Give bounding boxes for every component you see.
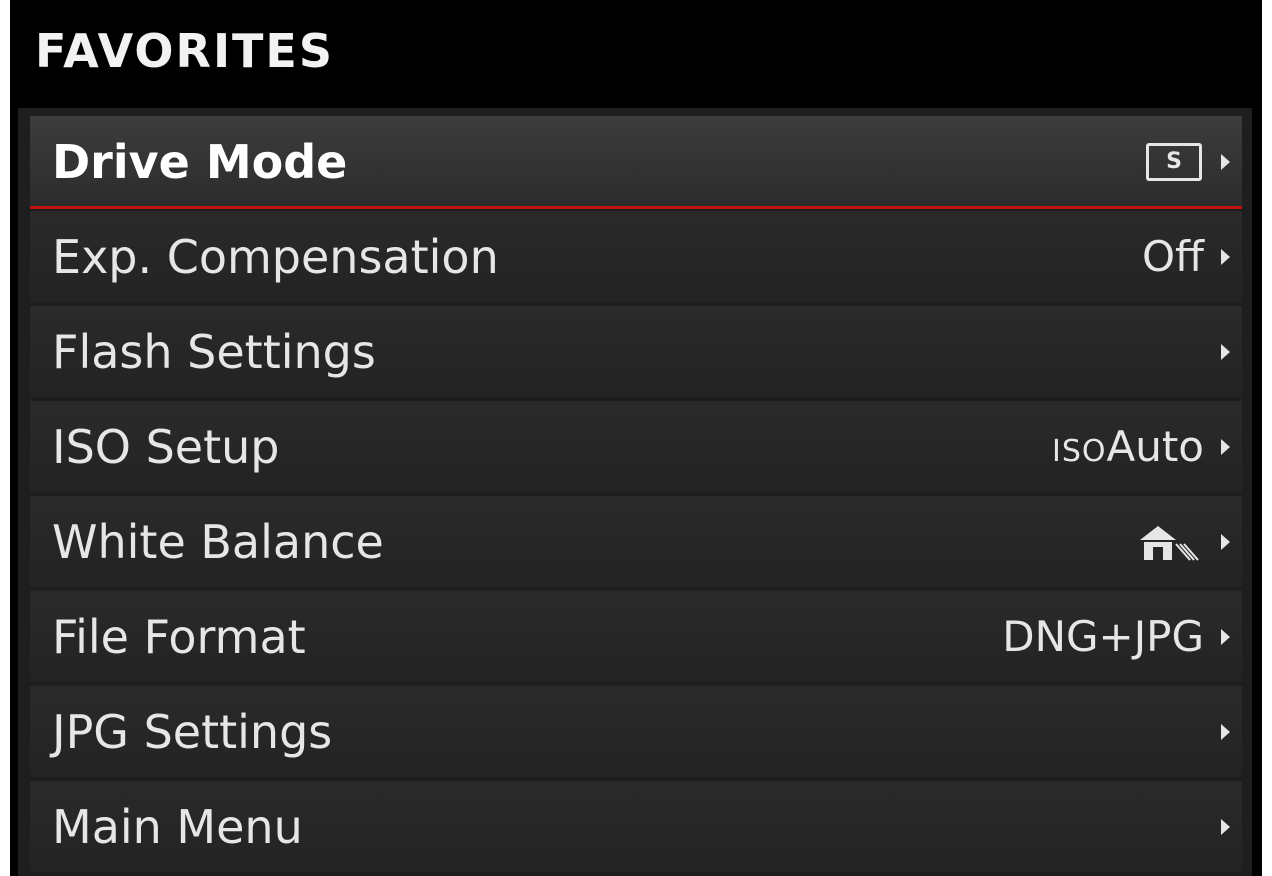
menu-item-value: ISOAuto (1051, 425, 1204, 469)
iso-prefix: ISO (1051, 433, 1107, 469)
menu-item-jpg-settings[interactable]: JPG Settings (30, 686, 1242, 777)
single-shot-icon-letter: S (1166, 149, 1182, 174)
menu-item-iso-setup[interactable]: ISO Setup ISOAuto (30, 401, 1242, 492)
chevron-right-icon (1221, 438, 1230, 455)
menu-item-white-balance[interactable]: White Balance (30, 496, 1242, 587)
menu-item-flash-settings[interactable]: Flash Settings (30, 306, 1242, 397)
menu-item-value: DNG+JPG (1002, 611, 1204, 661)
menu-item-label: Main Menu (52, 799, 303, 854)
menu-title: FAVORITES (35, 24, 334, 78)
menu-item-file-format[interactable]: File Format DNG+JPG (30, 591, 1242, 682)
menu-list: Drive Mode S Exp. Compensation Off Flash… (18, 108, 1252, 876)
chevron-right-icon (1221, 343, 1230, 360)
camera-menu-screen: FAVORITES Drive Mode S Exp. Compensation… (10, 0, 1262, 876)
chevron-right-icon (1221, 723, 1230, 740)
chevron-right-icon (1221, 248, 1230, 265)
menu-item-main-menu[interactable]: Main Menu (30, 781, 1242, 872)
menu-item-label: Exp. Compensation (52, 229, 499, 284)
chevron-right-icon (1221, 818, 1230, 835)
menu-item-label: White Balance (52, 514, 384, 569)
chevron-right-icon (1221, 533, 1230, 550)
chevron-right-icon (1221, 153, 1230, 170)
menu-item-value: Off (1142, 231, 1204, 281)
menu-item-label: Flash Settings (52, 324, 376, 379)
menu-item-label: File Format (52, 609, 306, 664)
single-shot-icon: S (1146, 142, 1202, 181)
menu-item-exp-compensation[interactable]: Exp. Compensation Off (30, 211, 1242, 302)
menu-item-label: JPG Settings (52, 704, 333, 759)
shade-white-balance-icon (1140, 525, 1199, 561)
chevron-right-icon (1221, 628, 1230, 645)
menu-item-drive-mode[interactable]: Drive Mode S (30, 116, 1242, 209)
iso-value: Auto (1106, 421, 1204, 471)
menu-item-label: Drive Mode (52, 134, 348, 189)
title-bar: FAVORITES (10, 0, 1262, 108)
menu-item-label: ISO Setup (52, 419, 280, 474)
